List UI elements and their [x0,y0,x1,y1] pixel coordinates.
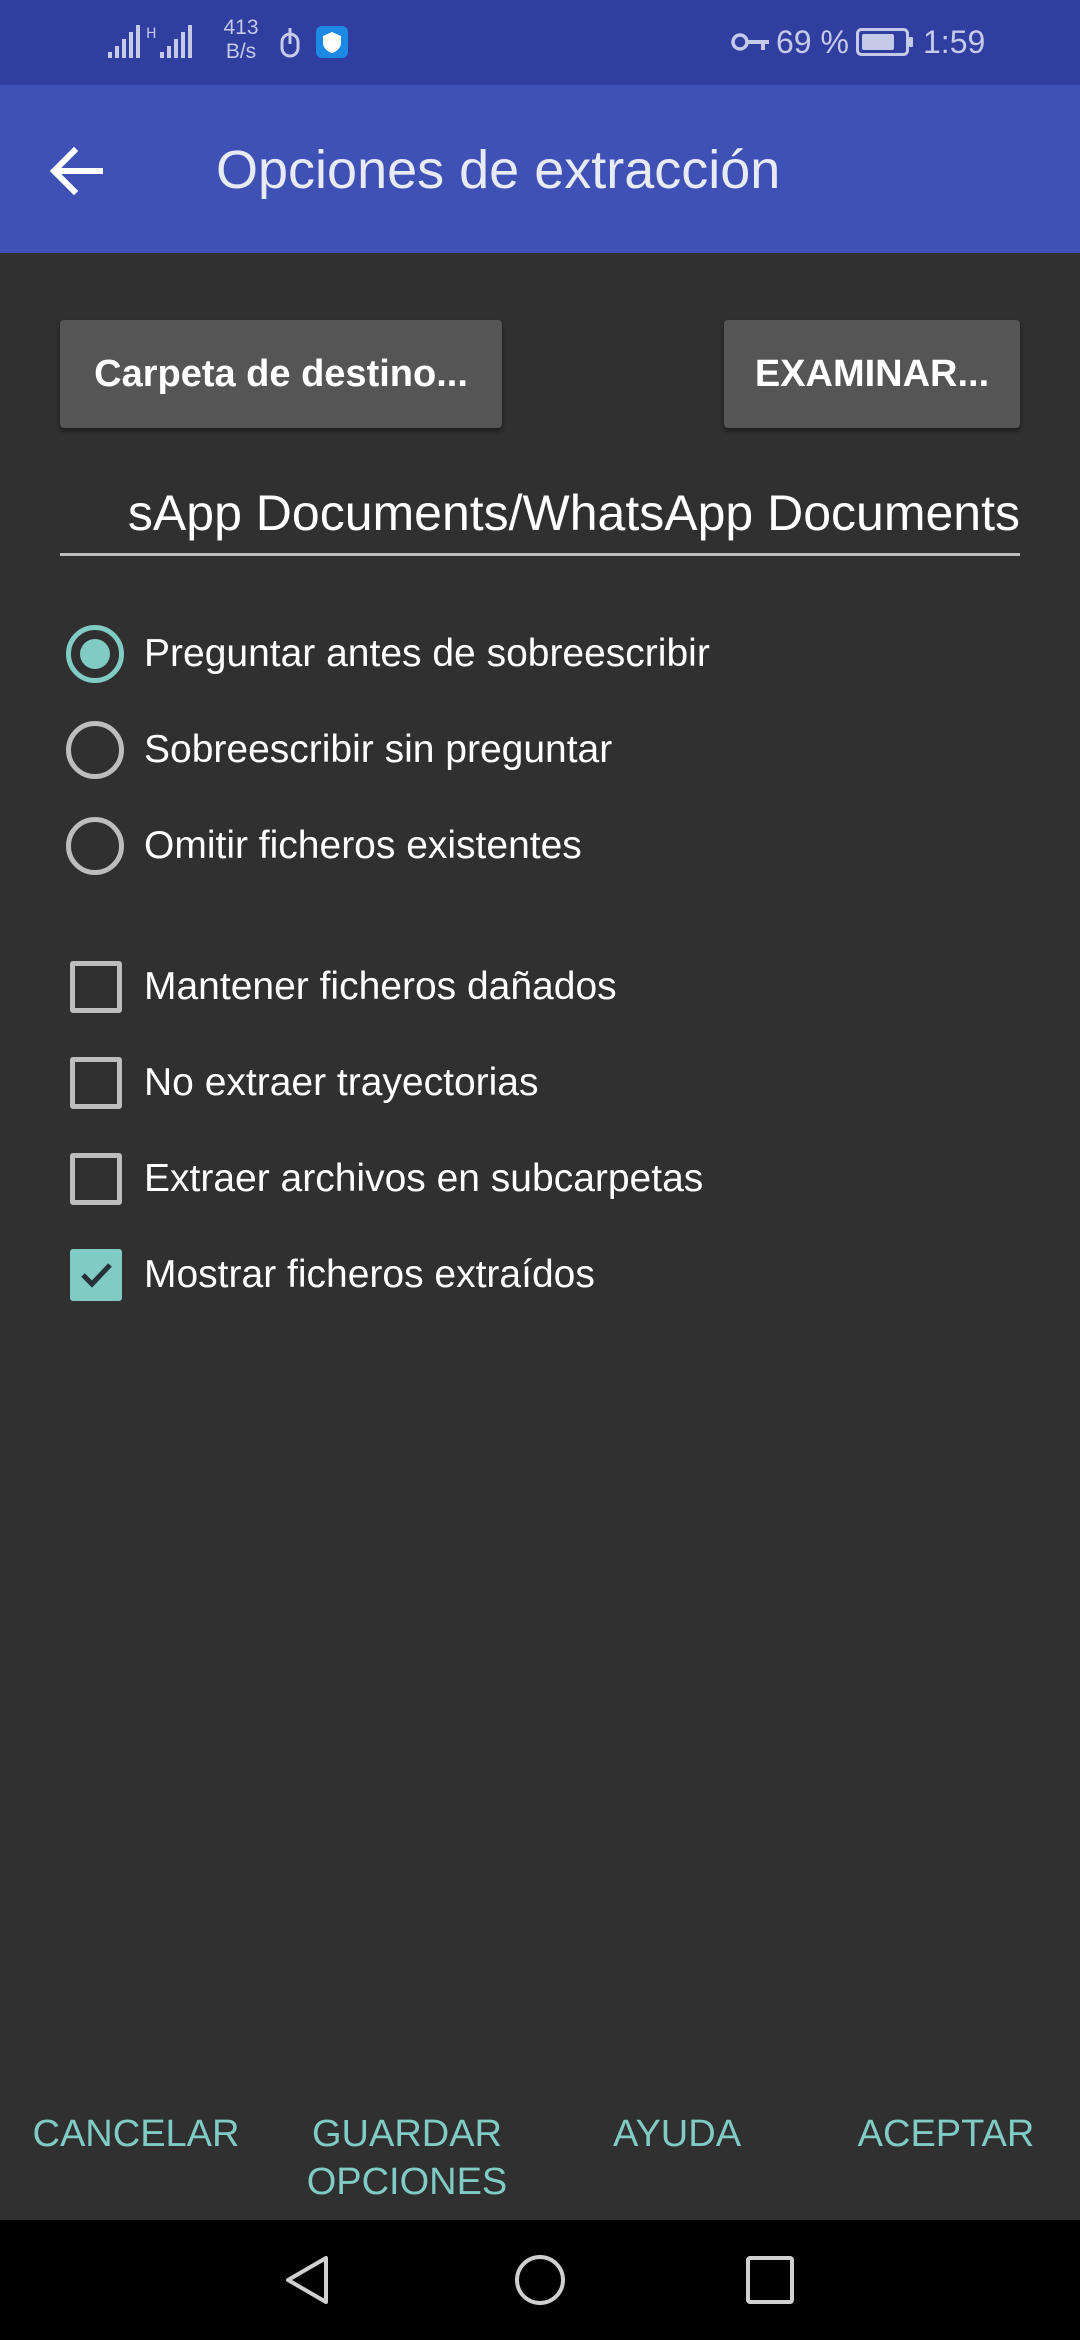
checkbox-label: Mostrar ficheros extraídos [144,1253,595,1296]
status-bar: H 413 B/s 69 % 1:59 [0,0,1080,85]
checkmark-icon [81,1263,112,1288]
checkbox[interactable] [70,1057,122,1109]
system-navigation-bar [0,2220,1080,2340]
radio-button[interactable] [66,817,124,875]
accept-button[interactable]: ACEPTAR [812,2110,1080,2158]
svg-text:H: H [146,26,157,42]
save-options-button[interactable]: GUARDAR OPCIONES [272,2110,542,2206]
checkbox-label: No extraer trayectorias [144,1061,539,1104]
radio-ask-before-overwrite[interactable]: Preguntar antes de sobreescribir [60,614,960,694]
nav-recent-apps-icon[interactable] [744,2254,796,2306]
network-speed-unit: B/s [225,40,257,63]
radio-overwrite-without-asking[interactable]: Sobreescribir sin preguntar [60,710,960,790]
network-speed: 413 B/s [218,16,264,64]
radio-label: Preguntar antes de sobreescribir [144,632,710,675]
shield-icon [316,26,348,58]
cancel-button[interactable]: CANCELAR [0,2110,272,2158]
network-speed-value: 413 [223,16,259,39]
checkbox[interactable] [70,961,122,1013]
nav-back-icon[interactable] [280,2252,336,2308]
radio-button-checked[interactable] [66,625,124,683]
destination-path-value: sApp Documents/WhatsApp Documents [127,485,1020,541]
radio-skip-existing[interactable]: Omitir ficheros existentes [60,806,960,886]
arrow-back-icon[interactable] [40,135,112,207]
radio-label: Sobreescribir sin preguntar [144,728,613,771]
browse-button[interactable]: EXAMINAR... [724,320,1020,428]
battery-percent: 69 % [776,24,849,60]
checkbox-show-extracted-files[interactable]: Mostrar ficheros extraídos [60,1235,960,1315]
clock: 1:59 [923,24,986,60]
destination-path-input[interactable]: sApp Documents/WhatsApp Documents [60,476,1020,556]
battery-icon [856,28,913,56]
nav-home-icon[interactable] [512,2252,568,2308]
app-bar: Opciones de extracción [0,85,1080,253]
checkbox-keep-broken-files[interactable]: Mantener ficheros dañados [60,947,960,1027]
checkbox-extract-to-subfolders[interactable]: Extraer archivos en subcarpetas [60,1139,960,1219]
signal-icon: H [108,25,192,58]
destination-folder-button[interactable]: Carpeta de destino... [60,320,502,428]
radio-label: Omitir ficheros existentes [144,824,582,867]
usb-debug-icon [280,28,300,58]
checkbox[interactable] [70,1153,122,1205]
vpn-key-icon [731,33,769,51]
checkbox-label: Extraer archivos en subcarpetas [144,1157,704,1200]
checkbox-checked[interactable] [70,1249,122,1301]
page-title: Opciones de extracción [216,140,781,200]
checkbox-no-extract-paths[interactable]: No extraer trayectorias [60,1043,960,1123]
help-button[interactable]: AYUDA [542,2110,812,2158]
radio-button[interactable] [66,721,124,779]
checkbox-label: Mantener ficheros dañados [144,965,617,1008]
